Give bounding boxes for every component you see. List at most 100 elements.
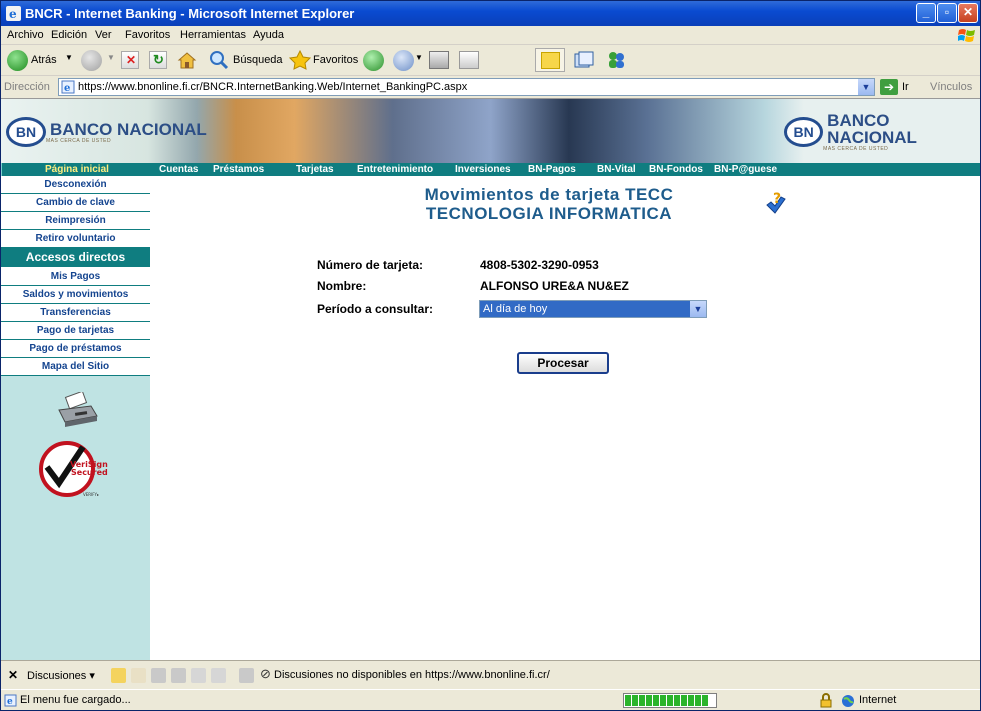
messenger-icon[interactable]: [605, 51, 627, 69]
help-icon[interactable]: ?: [764, 191, 788, 217]
bank-logo-right: BN BANCO NACIONAL MAS CERCA DE USTED: [784, 111, 980, 152]
discussion-expand-icon[interactable]: [171, 668, 186, 683]
windows-logo-icon: [958, 29, 975, 42]
back-dropdown-icon[interactable]: ▼: [65, 53, 73, 75]
bn-logo-icon: BN: [6, 117, 46, 147]
refresh-icon[interactable]: ↻: [149, 51, 167, 69]
go-arrow-icon[interactable]: ➔: [880, 79, 898, 95]
nav-bn-fondos[interactable]: BN-Fondos: [649, 163, 703, 176]
mail-icon[interactable]: [393, 50, 414, 71]
sidebar-item-desconexion[interactable]: Desconexión: [1, 176, 150, 194]
menu-archivo[interactable]: Archivo: [7, 29, 44, 41]
page-status-icon: e: [4, 694, 17, 707]
toolbar: Atrás ▼ ▼ ✕ ↻ Búsqueda Favoritos ▼: [1, 45, 980, 76]
status-bar: e El menu fue cargado... Internet: [1, 689, 980, 710]
menu-bar: Archivo Edición Ver Favoritos Herramient…: [1, 26, 980, 45]
sidebar: Desconexión Cambio de clave Reimpresión …: [1, 176, 150, 660]
process-button[interactable]: Procesar: [517, 352, 609, 374]
sidebar-item-mapa-del-sitio[interactable]: Mapa del Sitio: [1, 358, 150, 376]
nav-cuentas[interactable]: Cuentas: [159, 163, 198, 176]
page-title-line2: TECNOLOGIA INFORMATICA: [425, 204, 673, 223]
menu-edicion[interactable]: Edición: [51, 29, 87, 41]
messenger-note-icon[interactable]: [535, 48, 565, 72]
research-icon[interactable]: [573, 51, 595, 69]
mail-dropdown-icon[interactable]: ▼: [415, 53, 423, 75]
sidebar-item-saldos-y-movimientos[interactable]: Saldos y movimientos: [1, 286, 150, 304]
nav-pagina-inicial[interactable]: Página inicial: [45, 163, 109, 176]
discussion-edit-icon[interactable]: [131, 668, 146, 683]
discussion-new-icon[interactable]: [111, 668, 126, 683]
menu-herramientas[interactable]: Herramientas: [180, 29, 246, 41]
history-icon[interactable]: [363, 50, 384, 71]
menu-favoritos[interactable]: Favoritos: [125, 29, 170, 41]
chevron-down-icon[interactable]: ▼: [690, 301, 706, 317]
nav-entretenimiento[interactable]: Entretenimiento: [357, 163, 433, 176]
nav-inversiones[interactable]: Inversiones: [455, 163, 511, 176]
verisign-verify: VERIFY▸: [83, 492, 99, 497]
sidebar-item-transferencias[interactable]: Transferencias: [1, 304, 150, 322]
edit-icon[interactable]: [459, 51, 479, 69]
go-button[interactable]: Ir: [902, 81, 909, 93]
page-title: Movimientos de tarjeta TECC TECNOLOGIA I…: [389, 185, 709, 223]
browser-window: e BNCR - Internet Banking - Microsoft In…: [0, 0, 981, 711]
sidebar-item-reimpresion[interactable]: Reimpresión: [1, 212, 150, 230]
sidebar-item-pago-de-prestamos[interactable]: Pago de préstamos: [1, 340, 150, 358]
progress-bar: [623, 693, 717, 708]
back-arrow-icon[interactable]: [7, 50, 28, 71]
page-content: BN BANCO NACIONAL MAS CERCA DE USTED BN …: [1, 98, 980, 660]
sidebar-item-cambio-de-clave[interactable]: Cambio de clave: [1, 194, 150, 212]
sidebar-item-mis-pagos[interactable]: Mis Pagos: [1, 268, 150, 286]
print-icon[interactable]: [429, 51, 449, 69]
discussion-reply-icon[interactable]: [151, 668, 166, 683]
maximize-button[interactable]: ▫: [937, 3, 957, 23]
status-text: El menu fue cargado...: [20, 694, 131, 706]
card-number-value: 4808-5302-3290-0953: [480, 258, 599, 272]
discussions-bar: ✕ Discusiones ▾ ⊘ Discusiones no disponi…: [1, 660, 980, 689]
discussion-pane-icon[interactable]: [239, 668, 254, 683]
menu-ayuda[interactable]: Ayuda: [253, 29, 284, 41]
verisign-seal-icon[interactable]: VeriSign Secured VERIFY▸: [31, 441, 111, 497]
discussions-menu[interactable]: Discusiones ▾: [27, 669, 95, 682]
minimize-button[interactable]: _: [916, 3, 936, 23]
links-button[interactable]: Vínculos: [930, 81, 972, 93]
forward-dropdown-icon[interactable]: ▼: [107, 53, 115, 75]
stop-icon[interactable]: ✕: [121, 51, 139, 69]
bank-name-right: BANCO NACIONAL: [827, 111, 917, 147]
favorites-star-icon[interactable]: [288, 49, 312, 70]
address-input[interactable]: e https://www.bnonline.fi.cr/BNCR.Intern…: [58, 78, 875, 96]
period-select-value: Al día de hoy: [483, 303, 548, 315]
sidebar-item-pago-de-tarjetas[interactable]: Pago de tarjetas: [1, 322, 150, 340]
search-label[interactable]: Búsqueda: [233, 54, 283, 76]
printer-icon[interactable]: [55, 392, 99, 428]
page-title-line1: Movimientos de tarjeta TECC: [424, 185, 674, 204]
home-icon[interactable]: [177, 51, 197, 69]
nav-bn-pagos[interactable]: BN-Pagos: [528, 163, 576, 176]
nav-tarjetas[interactable]: Tarjetas: [296, 163, 334, 176]
menu-ver[interactable]: Ver: [95, 29, 112, 41]
internet-zone-icon: [842, 695, 854, 707]
period-label: Período a consultar:: [317, 302, 434, 316]
sidebar-section-accesos-directos: Accesos directos: [1, 248, 150, 268]
bank-name-left: BANCO NACIONAL: [50, 119, 207, 139]
forward-arrow-icon[interactable]: [81, 50, 102, 71]
nav-bn-vital[interactable]: BN-Vital: [597, 163, 636, 176]
close-discussions-icon[interactable]: ✕: [8, 668, 18, 682]
favorites-label[interactable]: Favoritos: [313, 54, 358, 76]
period-select[interactable]: Al día de hoy ▼: [479, 300, 707, 318]
svg-text:e: e: [64, 83, 70, 94]
window-title: BNCR - Internet Banking - Microsoft Inte…: [25, 6, 355, 21]
name-label: Nombre:: [317, 279, 367, 293]
nav-bn-paguese[interactable]: BN-P@guese: [714, 163, 777, 176]
ie-icon: e: [6, 6, 21, 21]
sidebar-item-retiro-voluntario[interactable]: Retiro voluntario: [1, 230, 150, 248]
search-icon[interactable]: [209, 50, 229, 70]
close-button[interactable]: ✕: [958, 3, 978, 23]
discussion-collapse-icon[interactable]: [191, 668, 206, 683]
lock-icon: [820, 693, 832, 708]
security-zone: Internet: [859, 694, 897, 706]
discussion-stop-icon[interactable]: [211, 668, 226, 683]
back-label[interactable]: Atrás: [31, 54, 57, 76]
bank-logo-left[interactable]: BN BANCO NACIONAL MAS CERCA DE USTED: [6, 115, 207, 149]
address-dropdown-icon[interactable]: ▼: [858, 79, 874, 95]
nav-prestamos[interactable]: Préstamos: [213, 163, 264, 176]
